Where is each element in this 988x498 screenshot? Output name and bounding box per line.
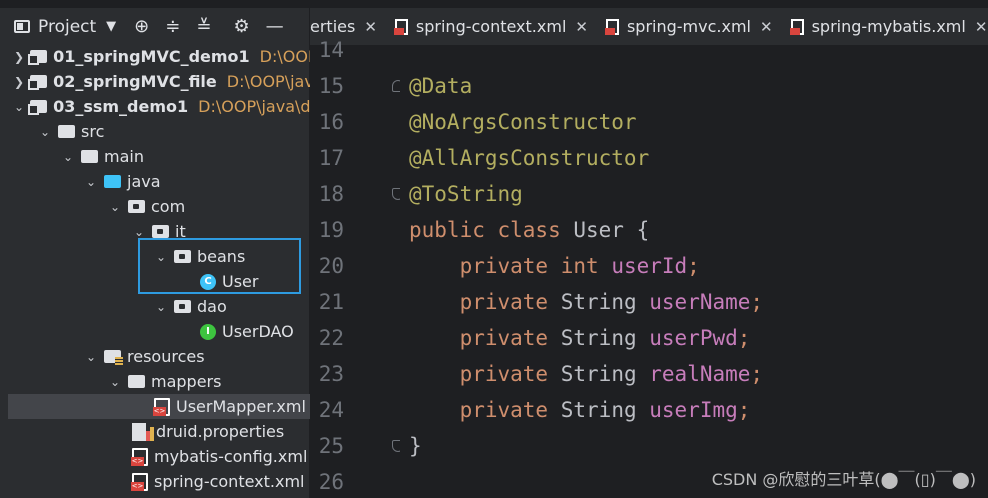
- line-number: 14: [318, 38, 344, 62]
- close-icon[interactable]: ✕: [760, 18, 773, 36]
- xml-file-icon: [789, 18, 804, 35]
- code-line-21: private String userName;: [459, 290, 764, 314]
- xml-file-icon: [604, 18, 619, 35]
- code-line-24: private String userImg;: [459, 398, 751, 422]
- code-line-18: @ToString: [409, 182, 523, 206]
- project-panel-header: Project ▼ ⊕ ≑ ≚ ⚙ —: [8, 8, 310, 45]
- expand-all-icon[interactable]: ≑: [165, 16, 180, 37]
- code-line-17: @AllArgsConstructor: [409, 146, 650, 170]
- tree-item-src[interactable]: ⌄ src: [8, 119, 340, 144]
- code-line-20: private int userId;: [459, 254, 700, 278]
- interface-icon: I: [200, 323, 216, 340]
- package-icon: [174, 300, 191, 313]
- module-folder-icon: [28, 50, 48, 65]
- chevron-down-icon[interactable]: ⌄: [38, 125, 52, 139]
- chevron-down-icon[interactable]: ⌄: [84, 350, 98, 364]
- package-icon: [128, 200, 145, 213]
- tree-item-03-ssm-demo1[interactable]: ⌄ 03_ssm_demo1 D:\OOP\java\de: [8, 94, 316, 119]
- tree-item-01-springmvc-demo1[interactable]: ❯ 01_springMVC_demo1 D:\OOP: [8, 44, 316, 69]
- module-folder-icon: [28, 75, 48, 90]
- locate-icon[interactable]: ⊕: [134, 16, 149, 37]
- line-number: 26: [318, 470, 344, 494]
- tree-item-02-springmvc-file[interactable]: ❯ 02_springMVC_file D:\OOP\java: [8, 69, 316, 94]
- source-folder-icon: [104, 175, 121, 188]
- line-number: 20: [318, 254, 344, 278]
- chevron-down-icon[interactable]: ⌄: [154, 300, 168, 314]
- package-icon: [152, 225, 169, 238]
- chevron-right-icon[interactable]: ❯: [14, 75, 24, 89]
- chevron-down-icon[interactable]: ⌄: [84, 175, 98, 189]
- collapse-all-icon[interactable]: ≚: [196, 16, 211, 37]
- line-number: 17: [318, 146, 344, 170]
- chevron-down-icon[interactable]: ⌄: [108, 200, 122, 214]
- code-line-25: }: [409, 434, 422, 458]
- tab-spring-mybatis-xml[interactable]: spring-mybatis.xml ✕: [783, 8, 988, 45]
- line-number: 22: [318, 326, 344, 350]
- close-icon[interactable]: ✕: [364, 18, 377, 36]
- gear-icon[interactable]: ⚙: [233, 16, 249, 37]
- xml-file-icon: <>: [131, 447, 148, 466]
- code-line-15: @Data: [409, 74, 473, 98]
- watermark: CSDN @欣慰的三叶草(⬤￣(▯)￣⬤): [711, 470, 976, 489]
- annotation-highlight-box: [138, 238, 301, 294]
- line-number: 15: [318, 74, 344, 98]
- line-number: 23: [318, 362, 344, 386]
- line-number-gutter: 14 15 16 17 18 19 20 21 22 23 24 25 26: [310, 38, 404, 498]
- xml-file-icon: [393, 18, 408, 35]
- project-folder-icon: [14, 20, 30, 33]
- xml-file-icon: <>: [131, 472, 148, 491]
- resources-folder-icon: [104, 350, 123, 366]
- code-editor[interactable]: @Data @NoArgsConstructor @AllArgsConstru…: [400, 46, 988, 498]
- chevron-down-icon[interactable]: ▼: [106, 19, 116, 34]
- chevron-right-icon[interactable]: ❯: [14, 50, 24, 64]
- line-number: 19: [318, 218, 344, 242]
- code-line-23: private String realName;: [459, 362, 764, 386]
- close-icon[interactable]: ✕: [975, 18, 988, 36]
- line-number: 24: [318, 398, 344, 422]
- code-line-16: @NoArgsConstructor: [409, 110, 637, 134]
- folder-icon: [58, 125, 75, 138]
- chevron-down-icon[interactable]: ⌄: [108, 375, 122, 389]
- tab-spring-mvc-xml[interactable]: spring-mvc.xml ✕: [598, 8, 783, 45]
- tab-spring-context-xml[interactable]: spring-context.xml ✕: [387, 8, 598, 45]
- line-number: 21: [318, 290, 344, 314]
- code-line-19: public class User {: [409, 218, 650, 242]
- module-folder-icon: [28, 100, 48, 115]
- line-number: 18: [318, 182, 344, 206]
- line-number: 16: [318, 110, 344, 134]
- folder-icon: [128, 375, 145, 388]
- code-line-22: private String userPwd;: [459, 326, 751, 350]
- close-icon[interactable]: ✕: [575, 18, 588, 36]
- xml-file-icon: <>: [153, 397, 170, 416]
- minimize-icon[interactable]: —: [266, 16, 284, 37]
- chevron-down-icon[interactable]: ⌄: [132, 225, 146, 239]
- window-top-strip: [0, 0, 988, 8]
- line-number: 25: [318, 434, 344, 458]
- folder-icon: [81, 150, 98, 163]
- project-panel-title[interactable]: Project: [38, 17, 96, 37]
- chevron-down-icon[interactable]: ⌄: [61, 150, 75, 164]
- chevron-down-icon[interactable]: ⌄: [14, 100, 24, 114]
- properties-file-icon: [132, 422, 154, 441]
- editor-tabs: erties ✕ spring-context.xml ✕ spring-mvc…: [310, 8, 988, 46]
